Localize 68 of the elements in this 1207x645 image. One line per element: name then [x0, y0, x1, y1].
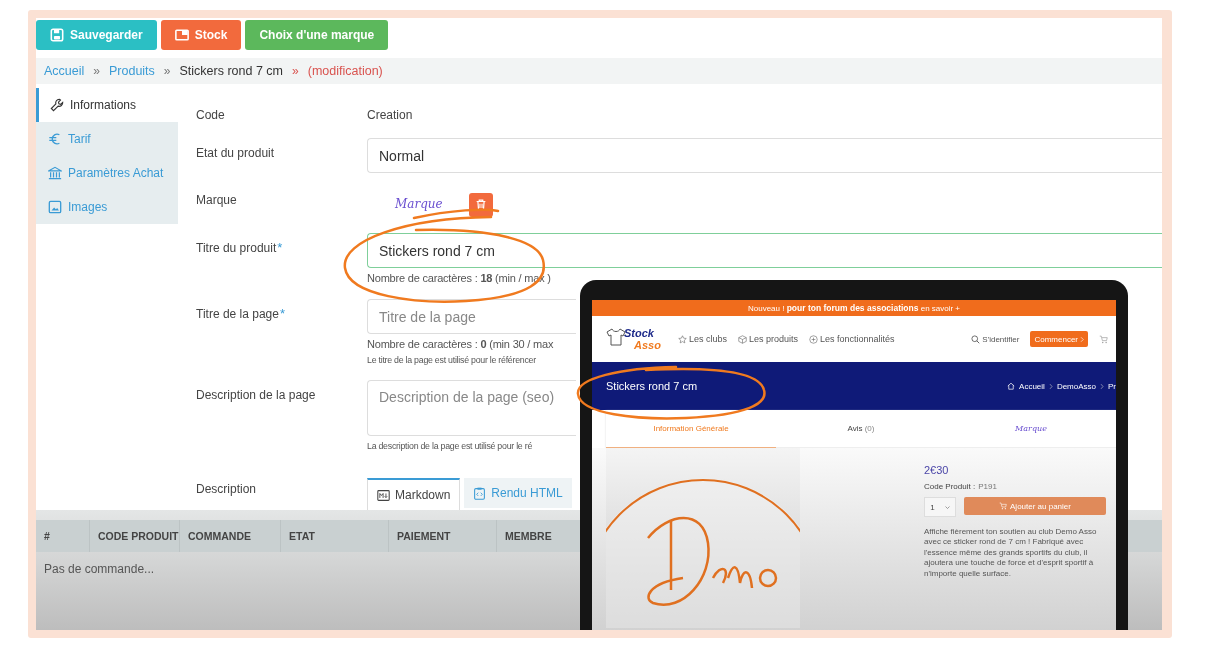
breadcrumb-separator: »	[292, 64, 299, 78]
help-text: La description de la page est utilisé pour le ré	[367, 441, 533, 451]
product-state-select[interactable]: Normal	[367, 138, 1162, 173]
column-header: #	[36, 520, 90, 552]
field-label: Titre de la page	[196, 307, 279, 321]
field-label: Code	[196, 108, 225, 122]
nav-link[interactable]: Les clubs	[677, 334, 727, 344]
quantity-select[interactable]: 1	[924, 497, 956, 517]
cart-icon	[999, 502, 1008, 510]
window-icon	[174, 28, 189, 42]
brand-logo: Marque	[395, 197, 443, 211]
markdown-icon	[377, 488, 390, 502]
field-label: Titre du produit	[196, 241, 277, 255]
plus-circle-icon	[808, 334, 818, 344]
code-icon	[473, 486, 487, 500]
column-header: COMMANDE	[180, 520, 281, 552]
breadcrumb-separator: »	[163, 64, 171, 78]
column-header: CODE PRODUIT	[90, 520, 180, 552]
breadcrumb-separator: »	[93, 64, 100, 78]
page-title: Stickers rond 7 cm	[606, 380, 698, 392]
textarea-field[interactable]: Description de la page (seo)	[367, 380, 576, 436]
price-text: 2€30	[924, 464, 950, 476]
product-description: Affiche fièrement ton soutien au club Demo Asso avec ce sticker rond de 7 cm ! Fabriqué avec l'essence même des grands sportifs du club, il ajoutera une touche de force et d'esprit sportif à n'importe quelle surface.	[924, 527, 1098, 579]
home-icon	[1007, 382, 1016, 390]
field-label: Description	[196, 482, 257, 496]
nav-link[interactable]: Les produits	[737, 334, 798, 344]
chevron-down-icon	[944, 505, 950, 509]
column-header: ETAT	[281, 520, 389, 552]
login-link[interactable]: S'identifier	[971, 334, 1020, 344]
logo-text: Stock	[624, 327, 655, 339]
field-value: Creation	[367, 107, 413, 124]
euro-icon	[48, 132, 62, 146]
delete-button[interactable]	[468, 193, 493, 217]
chevron-right-icon	[1048, 382, 1053, 390]
cart-icon	[1099, 334, 1108, 344]
bank-icon	[48, 166, 62, 180]
required-mark: *	[277, 241, 283, 254]
text-field[interactable]: Stickers rond 7 cm	[367, 233, 1162, 268]
required-mark: *	[279, 307, 285, 320]
nav-link[interactable]: Les fonctionnalités	[808, 334, 895, 344]
field-label: Marque	[196, 193, 237, 207]
search-icon	[971, 334, 981, 344]
product-code-label: Code Produit :	[924, 482, 976, 491]
column-header: PAIEMENT	[389, 520, 497, 552]
breadcrumb-link[interactable]: DemoAsso	[1056, 381, 1096, 391]
breadcrumb-item: Stickers rond 7 cm	[179, 64, 284, 78]
image-icon	[48, 200, 62, 214]
field-label: Etat du produit	[196, 146, 275, 160]
field-label: Description de la page	[196, 388, 316, 402]
box-icon	[737, 334, 747, 344]
save-icon	[50, 28, 64, 42]
help-text: Nombre de caractères : 0 (min 30 / max	[367, 338, 554, 350]
wrench-icon	[50, 98, 64, 112]
help-text: Le titre de la page est utilisé pour le référencer	[367, 355, 536, 365]
editor-tab[interactable]: Markdown	[367, 478, 461, 510]
breadcrumb-link[interactable]: Accueil	[1019, 381, 1045, 391]
tshirt-icon	[606, 327, 626, 347]
chevron-right-icon	[1100, 382, 1104, 390]
logo-text: Asso	[634, 339, 661, 351]
breadcrumb-item: (modification)	[307, 64, 383, 78]
promo-banner: Nouveau ! pour ton forum des associations en savoir +	[592, 300, 1116, 316]
text-field[interactable]: Titre de la page	[367, 299, 576, 334]
sidebar-tab[interactable]: Informations	[36, 88, 178, 122]
star-icon	[677, 334, 687, 344]
empty-message: Pas de commande...	[44, 562, 155, 576]
chevron-right-icon	[1080, 335, 1084, 343]
product-code: P191	[978, 482, 997, 491]
breadcrumb-link[interactable]: Pr	[1108, 381, 1116, 391]
